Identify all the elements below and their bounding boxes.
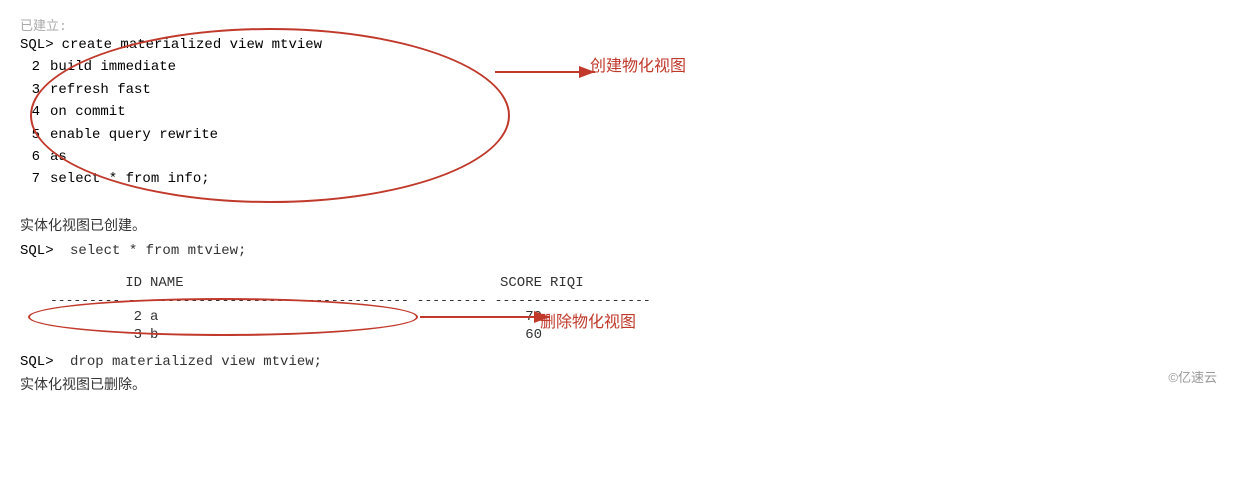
col-header-score: SCORE: [350, 275, 550, 291]
sql-command-line: SQL> create materialized view mtview: [20, 34, 1229, 56]
cell-id-1: 2: [50, 309, 150, 325]
cell-name-2: b: [150, 327, 350, 343]
code-line-4: 4 on commit: [20, 101, 1229, 123]
table-header: ID NAME SCORE RIQI: [20, 273, 1229, 293]
watermark: ©亿速云: [1168, 367, 1217, 386]
cell-id-2: 3: [50, 327, 150, 343]
code-line-3: 3 refresh fast: [20, 79, 1229, 101]
col-header-riqi: RIQI: [550, 275, 700, 291]
query-command: select * from mtview;: [70, 243, 246, 259]
drop-command: drop materialized view mtview;: [70, 354, 322, 370]
top-line: 已建立:: [20, 15, 1229, 34]
cell-score-2: 60: [350, 327, 550, 343]
cell-name-1: a: [150, 309, 350, 325]
code-line-6: 6 as: [20, 146, 1229, 168]
table-separator: --------- ------------------------------…: [20, 293, 1229, 308]
table-row: 2 a 79: [20, 308, 1229, 326]
status-dropped: 实体化视图已删除。: [20, 374, 1229, 394]
main-content: 已建立: SQL> create materialized view mtvie…: [20, 10, 1229, 394]
code-line-5: 5 enable query rewrite: [20, 124, 1229, 146]
query-block: SQL> select * from mtview;: [20, 243, 1229, 259]
cell-riqi-1: [550, 309, 700, 325]
code-line-2: 2 build immediate: [20, 56, 1229, 78]
code-line-7: 7 select * from info;: [20, 168, 1229, 190]
drop-prompt: SQL>: [20, 354, 54, 370]
code-block-create: SQL> create materialized view mtview 2 b…: [20, 34, 1229, 191]
cell-riqi-2: [550, 327, 700, 343]
cell-score-1: 79: [350, 309, 550, 325]
create-command: create materialized view mtview: [62, 34, 322, 56]
table-row: 3 b 60: [20, 326, 1229, 344]
sql-prompt: SQL>: [20, 34, 54, 56]
col-header-id: ID: [50, 275, 150, 291]
query-prompt: SQL>: [20, 243, 54, 259]
query-result-table: ID NAME SCORE RIQI --------- -----------…: [20, 267, 1229, 350]
drop-block: SQL> drop materialized view mtview;: [20, 354, 1229, 370]
col-header-name: NAME: [150, 275, 350, 291]
status-created: 实体化视图已创建。: [20, 199, 1229, 235]
